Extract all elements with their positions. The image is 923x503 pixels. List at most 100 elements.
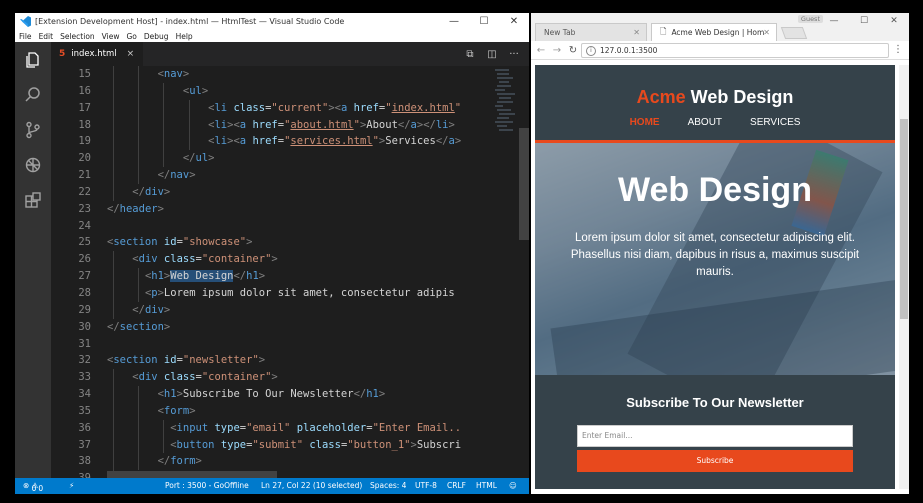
showcase-text: Lorem ipsum dolor sit amet, consectetur …	[570, 232, 860, 278]
indentation[interactable]: Spaces: 4	[370, 481, 406, 490]
page-scrollbar-thumb[interactable]	[900, 119, 908, 319]
html-file-icon: 5	[59, 49, 66, 59]
line-number: 34	[78, 388, 91, 401]
extensions-icon[interactable]	[15, 182, 51, 217]
source-control-icon[interactable]	[15, 112, 51, 147]
open-preview-icon[interactable]: ⧉	[459, 49, 481, 60]
tab-index-html[interactable]: 5 index.html ×	[51, 42, 143, 66]
language-mode[interactable]: HTML	[476, 481, 497, 490]
minimize-button[interactable]: —	[439, 13, 469, 30]
code-line: </div>	[107, 183, 527, 201]
line-number: 39	[51, 470, 91, 478]
line-number: 31	[78, 337, 91, 350]
code-line: <h1>Subscribe To Our Newsletter</h1>	[107, 386, 527, 403]
menu-file[interactable]: File	[19, 32, 32, 41]
forward-icon[interactable]: →	[549, 45, 565, 56]
email-field[interactable]: Enter Email...	[577, 425, 853, 447]
code-line: <input type="email" placeholder="Enter E…	[107, 419, 527, 437]
horizontal-scrollbar-thumb[interactable]	[107, 471, 277, 478]
close-tab-icon[interactable]: ✕	[763, 28, 770, 37]
maximize-button[interactable]: ☐	[469, 13, 499, 30]
lightning-icon[interactable]: ⚡	[69, 481, 74, 490]
brand-highlight: Acme	[636, 87, 686, 107]
browser-tab-acme[interactable]: 🗋 Acme Web Design | Hom ✕	[651, 23, 777, 41]
url-text: 127.0.0.1:3500	[600, 46, 658, 55]
site-header: Acme Web Design Home About Services	[535, 65, 895, 143]
browser-tab-new-tab[interactable]: New Tab ✕	[535, 23, 647, 41]
subscribe-button[interactable]: Subscribe	[577, 450, 853, 472]
problems-indicator[interactable]: ⊗ 0 ⚠ 0	[23, 481, 43, 493]
code-lines: <nav> <ul> <li class="current"><a href="…	[107, 66, 527, 478]
close-tab-icon[interactable]: ×	[127, 49, 135, 59]
browser-menu-icon[interactable]: ⋮	[893, 44, 903, 55]
line-number: 38	[78, 455, 91, 468]
line-endings[interactable]: CRLF	[447, 481, 466, 490]
line-number: 37	[78, 438, 91, 451]
menu-view[interactable]: View	[102, 32, 120, 41]
browser-tab-strip: New Tab ✕ 🗋 Acme Web Design | Hom ✕ Gues…	[531, 13, 909, 41]
menu-go[interactable]: Go	[126, 32, 136, 41]
cursor-position[interactable]: Ln 27, Col 22 (10 selected)	[261, 481, 362, 490]
split-editor-icon[interactable]: ◫	[481, 49, 503, 60]
browser-window: New Tab ✕ 🗋 Acme Web Design | Hom ✕ Gues…	[531, 13, 909, 494]
nav-home[interactable]: Home	[630, 117, 660, 128]
reload-icon[interactable]: ↻	[565, 45, 581, 56]
code-line: <p>Lorem ipsum dolor sit amet, consectet…	[107, 284, 527, 302]
code-line: </header>	[107, 202, 164, 215]
line-number: 36	[78, 421, 91, 434]
line-number: 21	[78, 169, 91, 182]
minimap[interactable]	[493, 66, 515, 136]
line-number: 20	[78, 152, 91, 165]
menu-debug[interactable]: Debug	[144, 32, 169, 41]
close-tab-icon[interactable]: ✕	[633, 28, 640, 37]
menu-bar: File Edit Selection View Go Debug Help	[15, 30, 529, 42]
vscode-window: [Extension Development Host] - index.htm…	[15, 13, 529, 494]
encoding[interactable]: UTF-8	[415, 481, 437, 490]
code-line: <li class="current"><a href="index.html"	[107, 99, 527, 117]
brand-rest: Web Design	[685, 87, 794, 107]
menu-help[interactable]: Help	[176, 32, 193, 41]
search-icon[interactable]	[15, 77, 51, 112]
address-bar[interactable]: i 127.0.0.1:3500	[581, 43, 889, 58]
code-line: <form>	[107, 402, 527, 420]
tab-label: index.html	[71, 49, 117, 59]
scrollbar-thumb[interactable]	[519, 128, 529, 240]
maximize-button[interactable]: ☐	[849, 13, 879, 31]
code-line: <nav>	[107, 66, 527, 83]
code-line: <button type="submit" class="button_1">S…	[107, 436, 527, 454]
title-bar: [Extension Development Host] - index.htm…	[15, 13, 529, 30]
code-line: </ul>	[107, 150, 527, 168]
back-icon[interactable]: ←	[533, 45, 549, 56]
minimize-button[interactable]: —	[819, 13, 849, 31]
line-number: 18	[78, 118, 91, 131]
showcase-title: Web Design	[618, 171, 812, 209]
line-number: 16	[78, 84, 91, 97]
nav-about[interactable]: About	[688, 117, 722, 128]
page-scrollbar[interactable]	[899, 65, 909, 489]
warning-count: 0	[38, 484, 44, 493]
site-info-icon[interactable]: i	[586, 45, 596, 56]
code-line: </nav>	[107, 167, 527, 184]
code-line: <ul>	[107, 82, 527, 100]
more-actions-icon[interactable]: ···	[503, 49, 525, 60]
menu-selection[interactable]: Selection	[60, 32, 95, 41]
code-line: <section id="newsletter">	[107, 354, 266, 367]
debug-icon[interactable]	[15, 147, 51, 182]
code-editor[interactable]: 15 16 17 18 19 20 21 22 23 24 25 26 27 28 29 30 31 32 33 34…	[51, 66, 529, 478]
code-line: <li><a href="services.html">Services</a>	[107, 133, 527, 151]
close-window-button[interactable]: ✕	[879, 13, 909, 31]
new-tab-button[interactable]	[780, 27, 808, 39]
line-number: 28	[78, 286, 91, 299]
feedback-smiley-icon[interactable]: ☺	[509, 481, 517, 490]
live-server-port[interactable]: Port : 3500 - GoOffline	[165, 481, 249, 490]
code-line: </form>	[107, 453, 527, 471]
menu-edit[interactable]: Edit	[39, 32, 54, 41]
site-nav: Home About Services	[535, 117, 895, 128]
line-number-gutter: 15 16 17 18 19 20 21 22 23 24 25 26 27 28 29 30 31 32 33 34…	[51, 66, 91, 478]
nav-services[interactable]: Services	[750, 117, 800, 128]
line-number: 15	[78, 68, 91, 80]
close-window-button[interactable]: ✕	[499, 13, 529, 30]
vertical-scrollbar[interactable]	[519, 66, 529, 478]
explorer-icon[interactable]	[15, 42, 51, 77]
